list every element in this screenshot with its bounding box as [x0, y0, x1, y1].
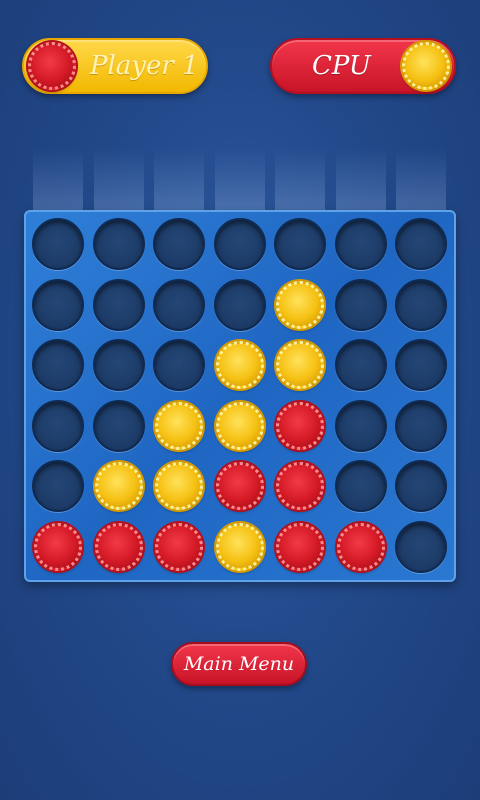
- empty-slot[interactable]: [32, 218, 84, 270]
- yellow-chip[interactable]: [215, 522, 264, 571]
- column-guide-5[interactable]: [275, 148, 325, 210]
- empty-slot[interactable]: [153, 339, 205, 391]
- empty-slot[interactable]: [334, 460, 387, 512]
- red-chip[interactable]: [215, 462, 264, 510]
- empty-slot[interactable]: [334, 399, 387, 452]
- empty-slot[interactable]: [334, 278, 387, 331]
- empty-slot[interactable]: [213, 278, 266, 331]
- red-chip[interactable]: [34, 522, 82, 571]
- yellow-chip[interactable]: [155, 462, 203, 510]
- cpu-label: CPU: [312, 51, 371, 81]
- yellow-chip[interactable]: [276, 341, 324, 389]
- empty-slot[interactable]: [153, 218, 205, 270]
- red-chip[interactable]: [276, 462, 324, 510]
- red-chip[interactable]: [155, 522, 203, 571]
- empty-slot[interactable]: [334, 218, 387, 270]
- column-guide-4[interactable]: [214, 148, 265, 210]
- empty-slot[interactable]: [395, 399, 447, 452]
- empty-slot[interactable]: [32, 278, 84, 331]
- empty-slot[interactable]: [395, 339, 447, 391]
- empty-slot[interactable]: [213, 218, 266, 270]
- empty-slot[interactable]: [395, 278, 447, 331]
- yellow-chip[interactable]: [155, 401, 203, 450]
- empty-slot[interactable]: [395, 460, 447, 512]
- red-chip[interactable]: [336, 522, 385, 571]
- empty-slot[interactable]: [334, 339, 387, 391]
- player1-label: Player 1: [90, 51, 199, 81]
- empty-slot[interactable]: [153, 278, 205, 331]
- empty-slot[interactable]: [92, 218, 145, 270]
- empty-slot[interactable]: [32, 399, 84, 452]
- empty-slot[interactable]: [274, 218, 326, 270]
- column-guide-6[interactable]: [335, 148, 386, 210]
- yellow-chip[interactable]: [215, 341, 264, 389]
- main-menu-button[interactable]: Main Menu: [171, 642, 307, 686]
- yellow-chip[interactable]: [276, 280, 324, 329]
- column-guide-1[interactable]: [33, 148, 83, 210]
- red-chip[interactable]: [94, 522, 143, 571]
- column-guide-7[interactable]: [396, 148, 446, 210]
- player1-red-chip-icon: [28, 42, 76, 90]
- empty-slot[interactable]: [32, 460, 84, 512]
- column-guide-2[interactable]: [93, 148, 144, 210]
- game-board: [24, 210, 456, 582]
- red-chip[interactable]: [276, 522, 324, 571]
- cpu-yellow-chip-icon: [402, 42, 450, 90]
- empty-slot[interactable]: [395, 218, 447, 270]
- yellow-chip[interactable]: [94, 462, 143, 510]
- yellow-chip[interactable]: [215, 401, 264, 450]
- cpu-indicator: CPU: [270, 38, 456, 94]
- empty-slot[interactable]: [92, 399, 145, 452]
- empty-slot[interactable]: [32, 339, 84, 391]
- empty-slot[interactable]: [395, 520, 447, 573]
- player1-indicator: Player 1: [22, 38, 208, 94]
- empty-slot[interactable]: [92, 278, 145, 331]
- empty-slot[interactable]: [92, 339, 145, 391]
- column-guide-3[interactable]: [154, 148, 204, 210]
- red-chip[interactable]: [276, 401, 324, 450]
